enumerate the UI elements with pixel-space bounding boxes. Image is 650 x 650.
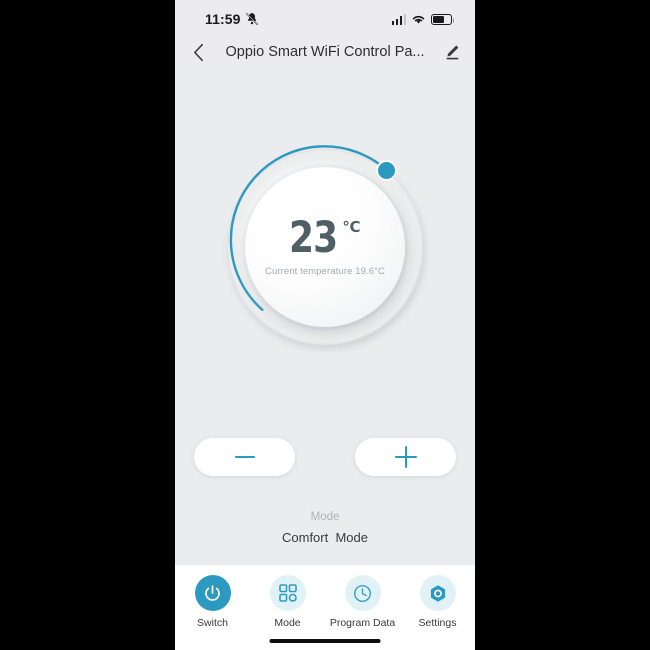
- bell-slash-icon: [246, 13, 258, 25]
- dial-face: 23 ℃ Current temperature 19.6°C: [245, 167, 405, 327]
- nav-label-program-data: Program Data: [329, 617, 396, 629]
- wifi-icon: [412, 15, 425, 24]
- battery-icon: [431, 14, 455, 25]
- clock-icon: [354, 584, 371, 602]
- nav-item-program-data[interactable]: Program Data: [325, 575, 400, 629]
- home-indicator[interactable]: [269, 638, 381, 643]
- back-button[interactable]: [183, 36, 213, 68]
- edit-button[interactable]: [437, 36, 467, 68]
- nav-item-switch[interactable]: Switch: [175, 575, 250, 629]
- pencil-edit-icon: [446, 45, 458, 59]
- hex-nut-gear-icon: [430, 584, 445, 602]
- main-content: 23 ℃ Current temperature 19.6°C Mode Com…: [175, 68, 475, 565]
- nav-label-switch: Switch: [197, 617, 228, 629]
- program-data-icon-circle: [344, 575, 381, 611]
- power-icon: [205, 584, 220, 601]
- mode-icon-circle: [269, 575, 306, 611]
- nav-label-mode: Mode: [274, 617, 301, 629]
- chevron-left-icon: [193, 43, 203, 61]
- nav-item-mode[interactable]: Mode: [250, 575, 325, 629]
- mode-label: Mode: [310, 511, 340, 523]
- cellular-signal-icon: [391, 14, 406, 25]
- app-header: Oppio Smart WiFi Control Pa...: [175, 36, 475, 68]
- nav-label-settings: Settings: [418, 617, 457, 629]
- target-temperature-value: 23: [289, 212, 338, 263]
- status-bar-indicators: [391, 13, 455, 26]
- increase-temperature-button[interactable]: [355, 438, 456, 476]
- status-bar-time: 11:59: [205, 11, 241, 27]
- thermostat-dial[interactable]: 23 ℃ Current temperature 19.6°C: [219, 141, 431, 353]
- nav-item-settings[interactable]: Settings: [400, 575, 475, 629]
- temperature-unit: ℃: [342, 218, 361, 236]
- temperature-stepper: [175, 438, 475, 478]
- decrease-temperature-button[interactable]: [194, 438, 295, 476]
- phone-screen: 11:59 Oppio Smart WiFi Control Pa... 23 …: [175, 0, 475, 650]
- switch-icon-circle: [194, 575, 231, 611]
- current-temperature-text: Current temperature 19.6°C: [265, 266, 385, 278]
- bottom-navigation: Switch Mode Program Data Settings: [175, 565, 475, 650]
- dial-knob-handle[interactable]: [376, 160, 397, 181]
- settings-icon-circle: [419, 575, 456, 611]
- status-bar: 11:59: [175, 0, 475, 36]
- grid-squares-icon: [278, 584, 297, 602]
- plus-icon: [394, 446, 417, 468]
- mode-value[interactable]: Comfort Mode: [175, 530, 475, 545]
- page-title: Oppio Smart WiFi Control Pa...: [225, 44, 425, 60]
- target-temperature: 23 ℃: [289, 212, 361, 263]
- minus-icon: [234, 456, 255, 458]
